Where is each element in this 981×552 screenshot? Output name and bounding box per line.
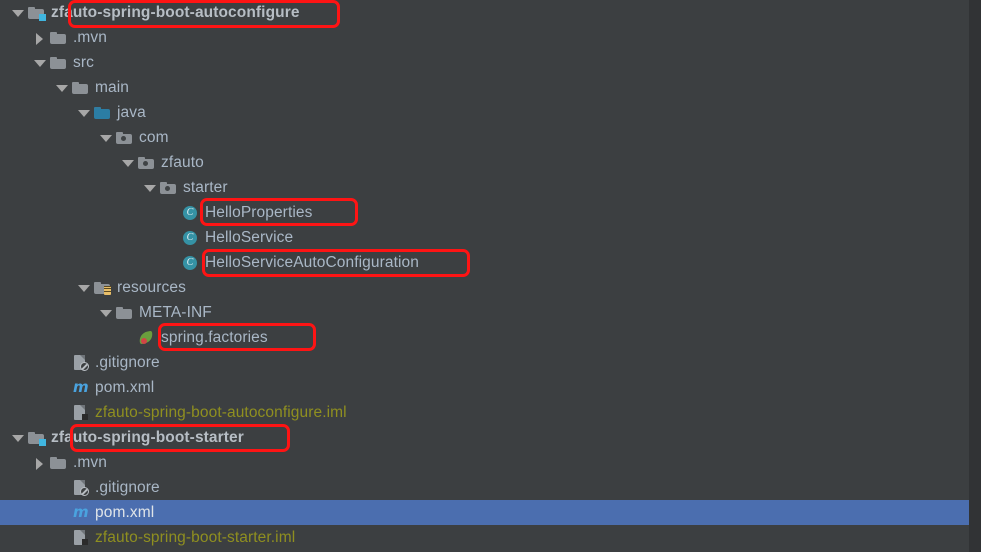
- tree-scrollbar-gutter[interactable]: [969, 0, 981, 552]
- tree-row[interactable]: .gitignore: [0, 475, 969, 500]
- tree-toggle-expanded-icon[interactable]: [10, 425, 27, 450]
- tree-toggle-expanded-icon[interactable]: [76, 275, 93, 300]
- tree-row[interactable]: m pom.xml: [0, 375, 969, 400]
- tree-row[interactable]: zfauto-spring-boot-starter.iml: [0, 525, 969, 550]
- tree-row[interactable]: com: [0, 125, 969, 150]
- tree-row-label: zfauto-spring-boot-starter.iml: [95, 529, 296, 546]
- folder-icon: [49, 454, 68, 471]
- folder-icon: [115, 304, 134, 321]
- iml-file-icon: [71, 529, 90, 546]
- tree-row-label: .mvn: [73, 29, 107, 46]
- gitignore-file-icon: [71, 479, 90, 496]
- tree-row[interactable]: C HelloProperties: [0, 200, 969, 225]
- iml-file-icon: [71, 404, 90, 421]
- tree-toggle-expanded-icon[interactable]: [76, 100, 93, 125]
- tree-row-label: com: [139, 129, 169, 146]
- tree-toggle-expanded-icon[interactable]: [32, 50, 49, 75]
- module-folder-icon: [27, 429, 46, 446]
- tree-row[interactable]: starter: [0, 175, 969, 200]
- tree-row[interactable]: zfauto: [0, 150, 969, 175]
- tree-toggle-collapsed-icon[interactable]: [32, 450, 49, 475]
- tree-row-label: src: [73, 54, 94, 71]
- tree-toggle-placeholder: [164, 200, 181, 225]
- tree-row[interactable]: main: [0, 75, 969, 100]
- tree-row[interactable]: spring.factories: [0, 325, 969, 350]
- tree-row[interactable]: m pom.xml: [0, 500, 969, 525]
- tree-row-label: HelloServiceAutoConfiguration: [205, 254, 419, 271]
- tree-toggle-placeholder: [164, 225, 181, 250]
- module-folder-icon: [27, 4, 46, 21]
- tree-toggle-placeholder: [54, 350, 71, 375]
- java-class-icon: C: [181, 254, 200, 271]
- package-folder-icon: [159, 179, 178, 196]
- package-folder-icon: [115, 129, 134, 146]
- tree-row-label: .gitignore: [95, 354, 160, 371]
- tree-row-label: HelloService: [205, 229, 294, 246]
- tree-row[interactable]: META-INF: [0, 300, 969, 325]
- package-folder-icon: [137, 154, 156, 171]
- tree-row-label: zfauto-spring-boot-autoconfigure: [51, 4, 300, 21]
- tree-row-label: HelloProperties: [205, 204, 313, 221]
- resources-folder-icon: [93, 279, 112, 296]
- tree-row-label: zfauto-spring-boot-starter: [51, 429, 244, 446]
- tree-row[interactable]: resources: [0, 275, 969, 300]
- tree-toggle-placeholder: [54, 475, 71, 500]
- tree-row-label: zfauto-spring-boot-autoconfigure.iml: [95, 404, 347, 421]
- tree-row-label: pom.xml: [95, 504, 155, 521]
- spring-leaf-icon: [137, 329, 156, 346]
- tree-row[interactable]: java: [0, 100, 969, 125]
- tree-row-label: META-INF: [139, 304, 212, 321]
- project-tree-panel: zfauto-spring-boot-autoconfigure .mvn src m…: [0, 0, 981, 552]
- tree-toggle-expanded-icon[interactable]: [98, 125, 115, 150]
- tree-toggle-placeholder: [54, 525, 71, 550]
- tree-row[interactable]: C HelloServiceAutoConfiguration: [0, 250, 969, 275]
- maven-pom-icon: m: [73, 503, 89, 521]
- tree-row-label: .mvn: [73, 454, 107, 471]
- tree-row-label: java: [117, 104, 146, 121]
- tree-row-label: .gitignore: [95, 479, 160, 496]
- tree-row-label: pom.xml: [95, 379, 155, 396]
- tree-row-label: starter: [183, 179, 228, 196]
- tree-toggle-expanded-icon[interactable]: [98, 300, 115, 325]
- tree-toggle-placeholder: [54, 500, 71, 525]
- tree-row[interactable]: zfauto-spring-boot-autoconfigure.iml: [0, 400, 969, 425]
- tree-toggle-placeholder: [54, 400, 71, 425]
- source-root-folder-icon: [93, 104, 112, 121]
- tree-row-label: main: [95, 79, 129, 96]
- tree-toggle-placeholder: [120, 325, 137, 350]
- project-tree-rows: zfauto-spring-boot-autoconfigure .mvn src m…: [0, 0, 969, 550]
- tree-row[interactable]: zfauto-spring-boot-autoconfigure: [0, 0, 969, 25]
- tree-row-label: spring.factories: [161, 329, 268, 346]
- tree-toggle-placeholder: [164, 250, 181, 275]
- tree-row[interactable]: C HelloService: [0, 225, 969, 250]
- tree-toggle-expanded-icon[interactable]: [54, 75, 71, 100]
- java-class-icon: C: [181, 204, 200, 221]
- tree-row-label: zfauto: [161, 154, 204, 171]
- tree-toggle-collapsed-icon[interactable]: [32, 25, 49, 50]
- tree-row[interactable]: .gitignore: [0, 350, 969, 375]
- tree-toggle-expanded-icon[interactable]: [10, 0, 27, 25]
- folder-icon: [49, 54, 68, 71]
- tree-row[interactable]: src: [0, 50, 969, 75]
- tree-row-label: resources: [117, 279, 186, 296]
- maven-pom-icon: m: [73, 378, 89, 396]
- tree-row[interactable]: zfauto-spring-boot-starter: [0, 425, 969, 450]
- folder-icon: [49, 29, 68, 46]
- java-class-icon: C: [181, 229, 200, 246]
- tree-toggle-expanded-icon[interactable]: [120, 150, 137, 175]
- tree-toggle-placeholder: [54, 375, 71, 400]
- tree-row[interactable]: .mvn: [0, 25, 969, 50]
- folder-icon: [71, 79, 90, 96]
- tree-row[interactable]: .mvn: [0, 450, 969, 475]
- gitignore-file-icon: [71, 354, 90, 371]
- tree-toggle-expanded-icon[interactable]: [142, 175, 159, 200]
